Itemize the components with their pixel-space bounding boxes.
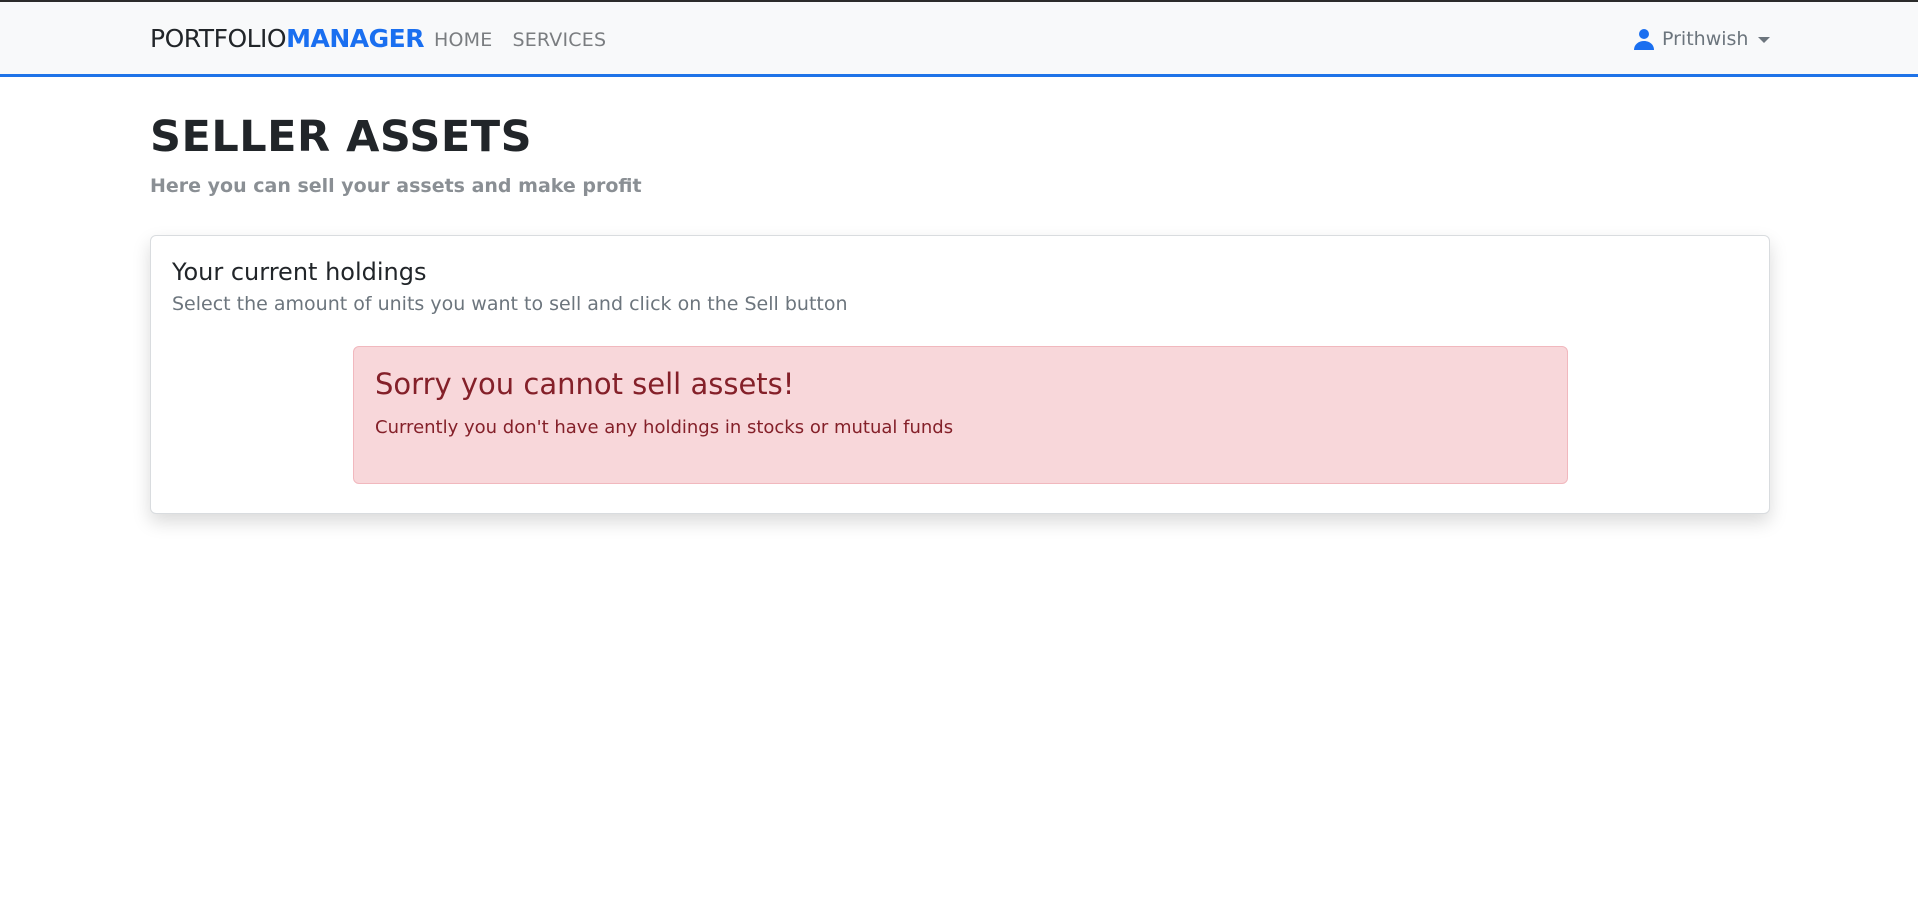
brand-logo-link[interactable]: PORTFOLIOMANAGER [150,24,424,53]
user-dropdown-toggle[interactable]: Prithwish [1632,27,1771,51]
user-icon [1632,27,1656,51]
page-title: SELLER ASSETS [150,112,533,162]
alert-heading: Sorry you cannot sell assets! [375,367,795,401]
nav-link-services[interactable]: SERVICES [512,29,606,51]
top-navbar: PORTFOLIOMANAGER HOME SERVICES Prithwish [0,0,1918,77]
brand-name-part1: PORTFOLIO [150,24,287,53]
holdings-card: Your current holdings Select the amount … [150,235,1770,514]
no-holdings-alert: Sorry you cannot sell assets! Currently … [353,346,1568,484]
page-subtitle: Here you can sell your assets and make p… [150,175,642,197]
card-title: Your current holdings [172,258,427,286]
nav-links: HOME SERVICES [434,29,606,51]
caret-down-icon [1758,37,1771,43]
card-subtitle: Select the amount of units you want to s… [172,293,848,315]
nav-link-home[interactable]: HOME [434,29,492,51]
brand-name-part2: MANAGER [286,24,424,53]
user-name: Prithwish [1662,28,1749,50]
alert-message: Currently you don't have any holdings in… [375,417,954,438]
